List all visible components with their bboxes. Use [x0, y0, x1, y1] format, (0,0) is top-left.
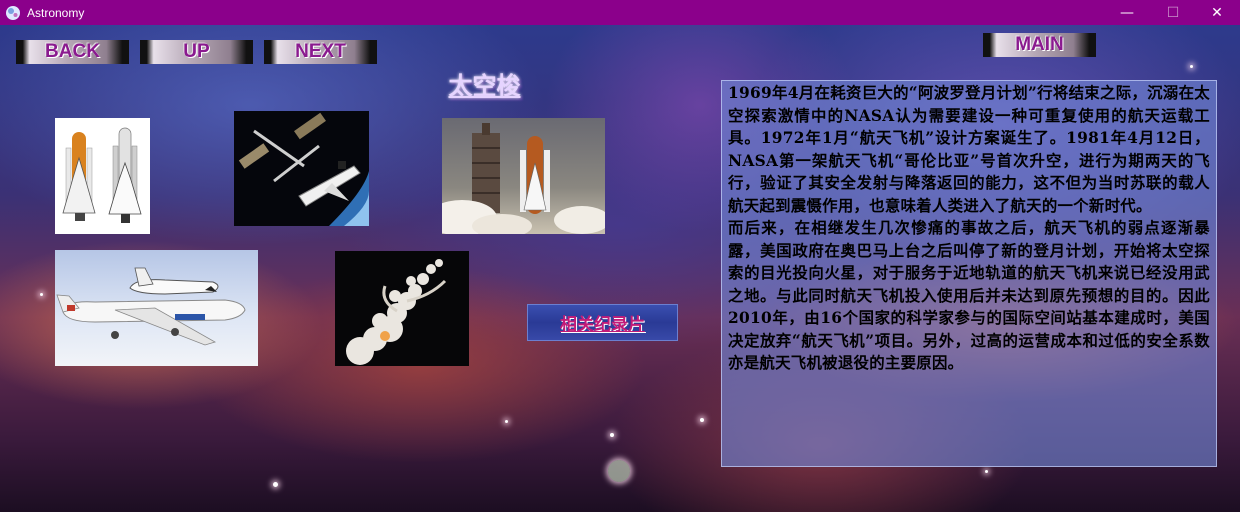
back-button[interactable]: BACK [16, 40, 129, 64]
star-decoration [985, 470, 988, 473]
app-icon [6, 5, 20, 20]
star-decoration [40, 293, 43, 296]
article-text-panel: 1969年4月在耗资巨大的“阿波罗登月计划”行将结束之际，沉溺在太空探索激情中的… [721, 80, 1217, 467]
article-paragraph: 1969年4月在耗资巨大的“阿波罗登月计划”行将结束之际，沉溺在太空探索激情中的… [728, 84, 1210, 215]
maximize-button[interactable]: ☐ [1150, 0, 1196, 25]
star-decoration [1190, 65, 1193, 68]
shuttle-stack-diagram-photo[interactable] [55, 118, 150, 234]
challenger-explosion-photo[interactable] [335, 251, 469, 366]
next-button[interactable]: NEXT [264, 40, 377, 64]
star-decoration [610, 433, 614, 437]
minimize-button[interactable]: — [1104, 0, 1150, 25]
article-paragraph: 而后来，在相继发生几次惨痛的事故之后，航天飞机的弱点逐渐暴露，美国政府在奥巴马上… [728, 219, 1210, 372]
shuttle-launch-photo[interactable] [442, 118, 605, 234]
smoke-icon [346, 259, 447, 365]
up-button[interactable]: UP [140, 40, 253, 64]
content-area: BACK UP NEXT MAIN 太空梭 相关纪录片 1969年4月在耗资巨大… [0, 25, 1240, 512]
airplane-icon [56, 267, 246, 346]
title-bar: Astronomy — ☐ ✕ [0, 0, 1240, 25]
close-button[interactable]: ✕ [1194, 0, 1240, 25]
documentary-link-button[interactable]: 相关纪录片 [527, 304, 678, 341]
main-button[interactable]: MAIN [983, 33, 1096, 57]
shuttle-carrier-aircraft-photo[interactable] [55, 250, 258, 366]
window-title: Astronomy [27, 5, 85, 20]
rocket-launch-icon [442, 123, 605, 234]
star-decoration [273, 482, 278, 487]
page-title[interactable]: 太空梭 [432, 66, 537, 101]
shuttle-icon [62, 127, 142, 223]
star-decoration [608, 460, 630, 482]
space-station-icon [238, 112, 369, 226]
star-decoration [505, 420, 508, 423]
shuttle-docked-station-photo[interactable] [234, 111, 369, 226]
star-decoration [700, 418, 704, 422]
